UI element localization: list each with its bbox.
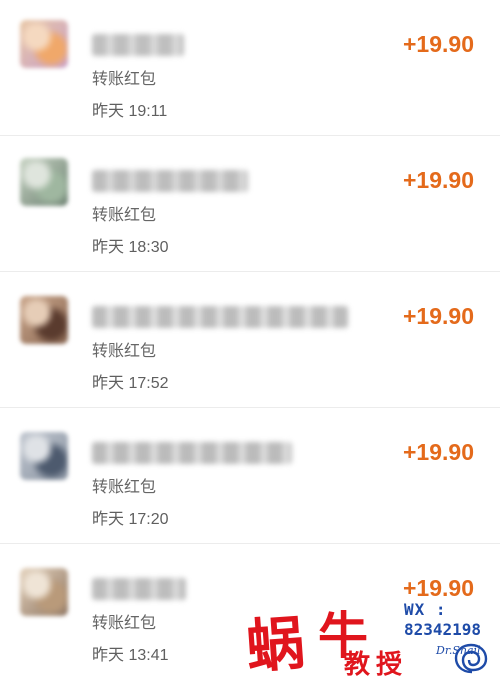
avatar bbox=[20, 568, 68, 616]
transaction-amount: +19.90 bbox=[403, 167, 474, 193]
watermark-char-1: 蜗 bbox=[244, 609, 307, 681]
transaction-amount: +19.90 bbox=[403, 31, 474, 57]
transaction-row[interactable]: 转账红包 昨天 17:52 +19.90 bbox=[0, 272, 500, 408]
transaction-type: 转账红包 bbox=[92, 479, 157, 496]
transaction-list: 转账红包 昨天 19:11 +19.90 转账红包 昨天 18:30 +19.9… bbox=[0, 0, 500, 682]
avatar bbox=[20, 432, 68, 480]
watermark-brand: Dr.Snail bbox=[436, 644, 481, 657]
transaction-time: 昨天 17:52 bbox=[92, 375, 169, 392]
transaction-row[interactable]: 转账红包 昨天 17:20 +19.90 bbox=[0, 408, 500, 544]
sender-name-blurred bbox=[92, 34, 184, 56]
transaction-row[interactable]: 转账红包 昨天 19:11 +19.90 bbox=[0, 0, 500, 136]
transaction-time: 昨天 17:20 bbox=[92, 511, 169, 528]
watermark-char-3: 教 bbox=[344, 650, 371, 680]
transaction-time: 昨天 13:41 bbox=[92, 647, 169, 664]
transaction-type: 转账红包 bbox=[92, 71, 157, 88]
watermark-wx-number: 82342198 bbox=[404, 620, 482, 639]
transaction-time: 昨天 19:11 bbox=[92, 103, 168, 120]
transaction-type: 转账红包 bbox=[92, 343, 157, 360]
transaction-amount: +19.90 bbox=[403, 303, 474, 329]
sender-name-blurred bbox=[92, 306, 348, 328]
avatar bbox=[20, 158, 68, 206]
transaction-time: 昨天 18:30 bbox=[92, 239, 169, 256]
transaction-type: 转账红包 bbox=[92, 207, 157, 224]
transaction-row[interactable]: 转账红包 昨天 18:30 +19.90 bbox=[0, 136, 500, 272]
watermark-char-4: 授 bbox=[376, 650, 403, 680]
transaction-amount: +19.90 bbox=[403, 439, 474, 465]
watermark: 蜗 牛 教 授 WX : 82342198 Dr.Snail bbox=[244, 592, 500, 682]
sender-name-blurred bbox=[92, 442, 292, 464]
transaction-type: 转账红包 bbox=[92, 615, 157, 632]
sender-name-blurred bbox=[92, 578, 186, 600]
avatar bbox=[20, 20, 68, 68]
watermark-wx-label: WX : bbox=[404, 600, 447, 619]
avatar bbox=[20, 296, 68, 344]
sender-name-blurred bbox=[92, 170, 248, 192]
